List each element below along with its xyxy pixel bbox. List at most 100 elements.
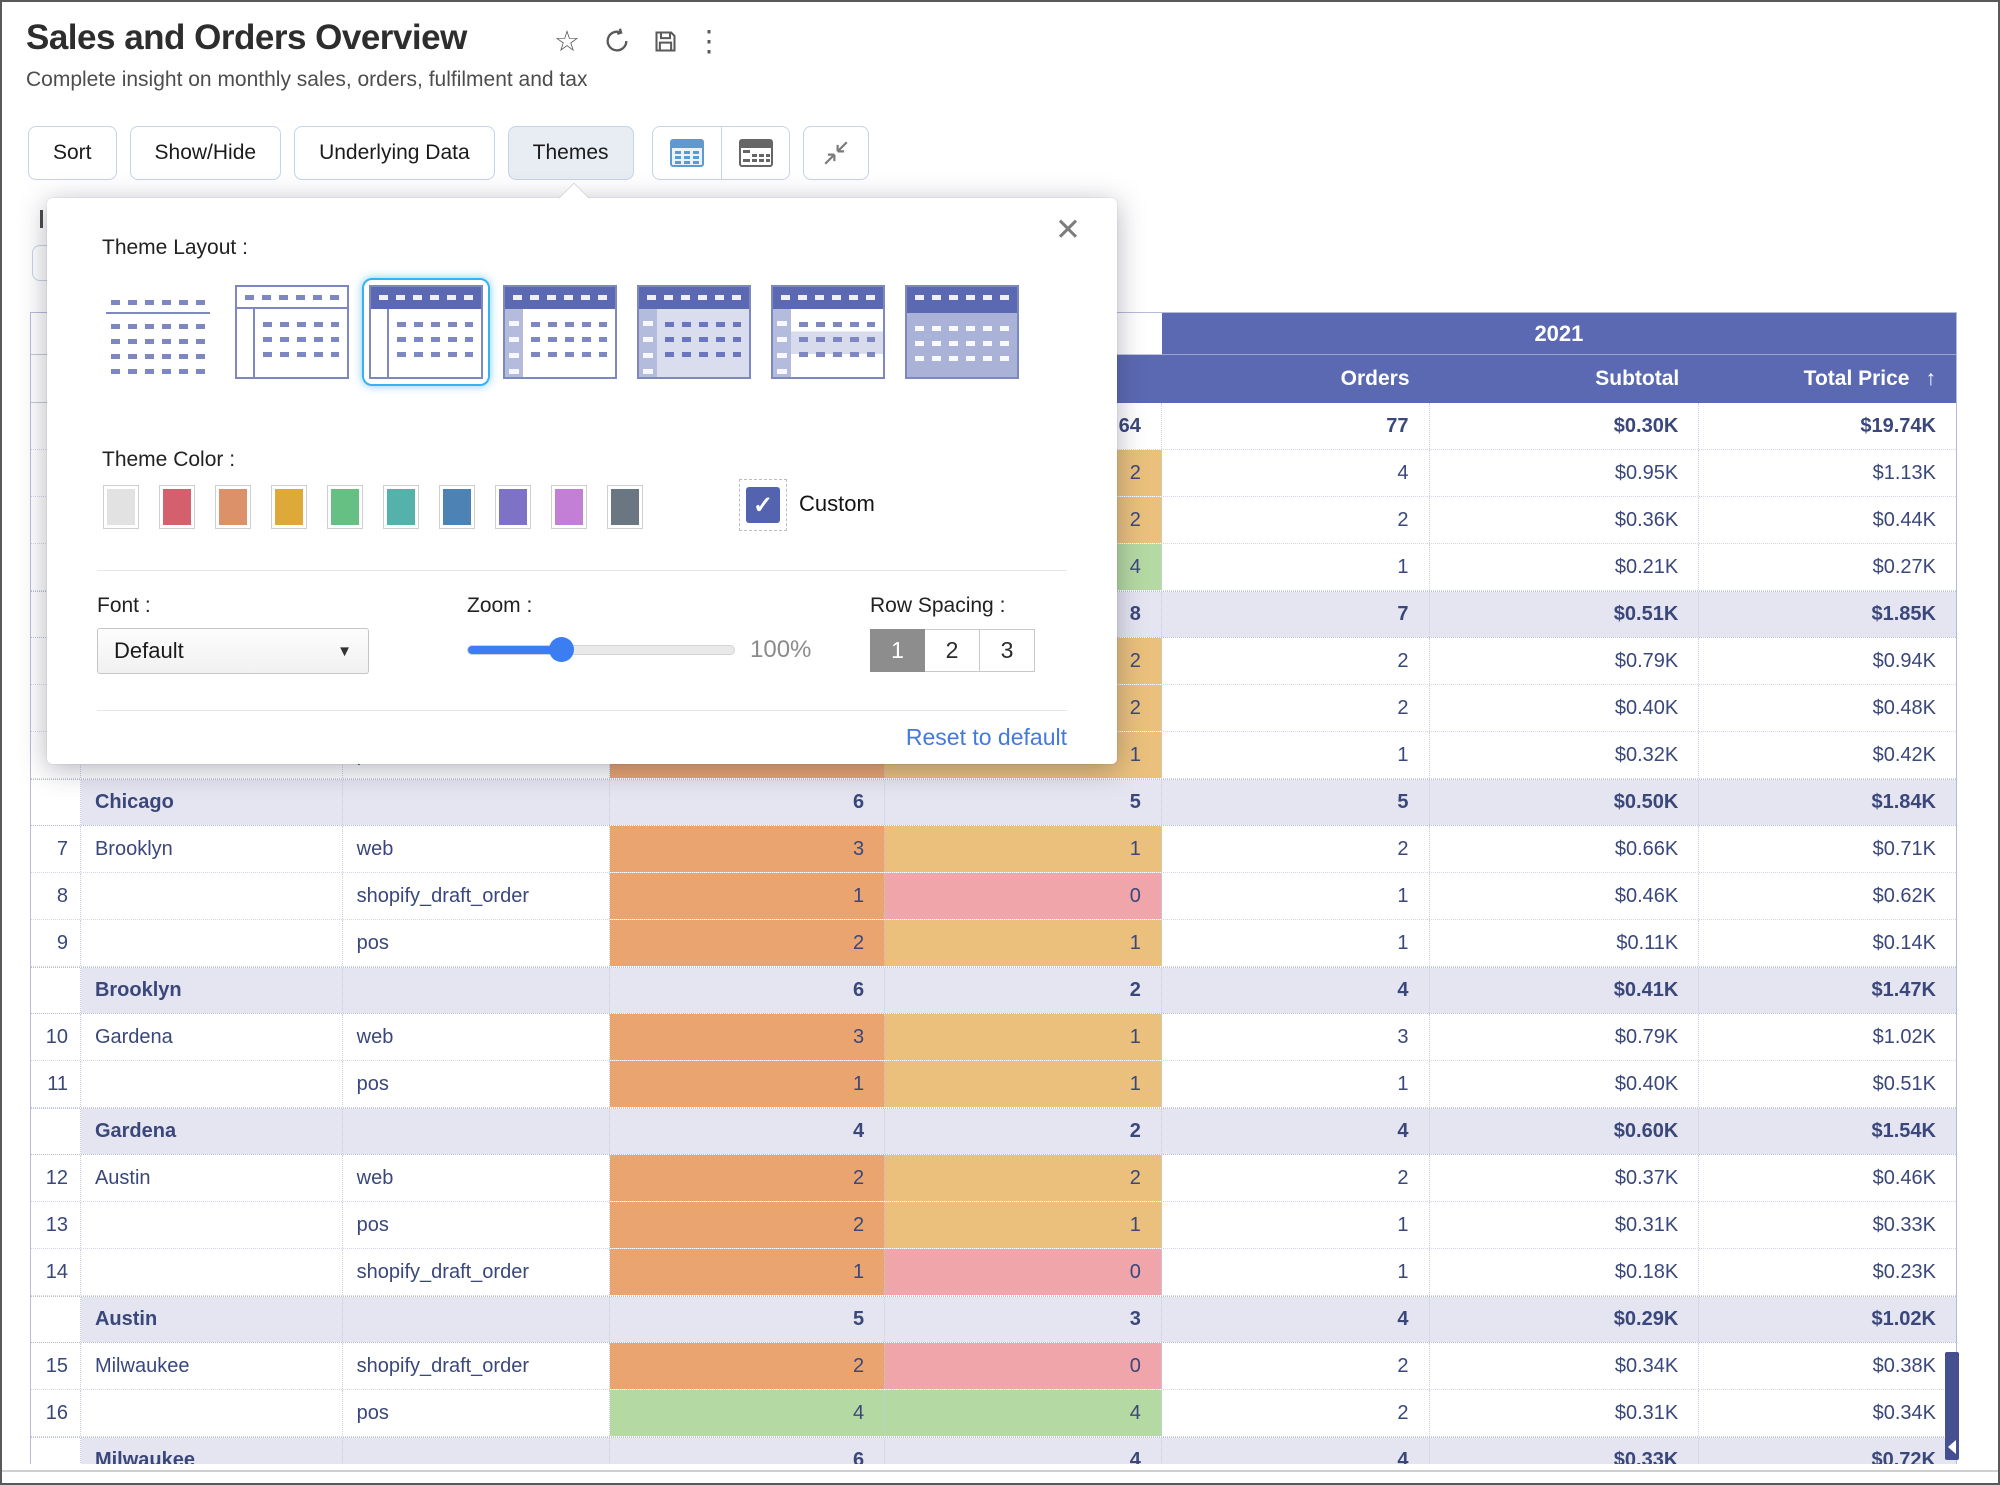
cell-a[interactable]: 2 [610,1155,885,1201]
cell-total[interactable]: $0.94K [1699,638,1956,684]
cell-subtotal[interactable]: $0.51K [1430,592,1700,637]
zoom-slider[interactable] [467,645,735,655]
cell-a[interactable]: 2 [610,1202,885,1248]
zoom-slider-thumb[interactable] [549,637,574,662]
cell-subtotal[interactable]: $0.41K [1430,968,1700,1013]
cell-subtotal[interactable]: $0.60K [1430,1109,1700,1154]
theme-layout-option-header-striped[interactable] [764,278,892,386]
cell-a[interactable]: 1 [610,1061,885,1107]
toolbar-button-underlying-data[interactable]: Underlying Data [294,126,495,180]
cell-subtotal[interactable]: $0.79K [1430,1014,1700,1060]
cell-total[interactable]: $19.74K [1699,403,1956,449]
cell-b[interactable]: 0 [885,1343,1162,1389]
table-view-icon[interactable] [653,127,721,179]
cell-orders[interactable]: 5 [1162,780,1430,825]
color-swatch-9[interactable] [608,486,642,528]
cell-a[interactable]: 6 [610,968,885,1013]
cell-orders[interactable]: 1 [1162,544,1430,590]
cell-subtotal[interactable]: $0.21K [1430,544,1700,590]
more-options-icon[interactable]: ⋮ [692,24,726,58]
cell-subtotal[interactable]: $0.11K [1430,920,1700,966]
cell-b[interactable]: 2 [885,1155,1162,1201]
row-spacing-option-1[interactable]: 1 [870,629,925,672]
cell-a[interactable]: 4 [610,1390,885,1436]
cell-orders[interactable]: 1 [1162,1249,1430,1295]
cell-total[interactable]: $1.54K [1699,1109,1956,1154]
cell-subtotal[interactable]: $0.34K [1430,1343,1700,1389]
save-icon[interactable] [648,24,682,58]
cell-a[interactable]: 2 [610,1343,885,1389]
cell-a[interactable]: 1 [610,873,885,919]
cell-orders[interactable]: 4 [1162,968,1430,1013]
cell-subtotal[interactable]: $0.66K [1430,826,1700,872]
cell-b[interactable]: 1 [885,1202,1162,1248]
cell-orders[interactable]: 2 [1162,1390,1430,1436]
cell-a[interactable]: 6 [610,780,885,825]
cell-total[interactable]: $1.85K [1699,592,1956,637]
cell-total[interactable]: $1.02K [1699,1297,1956,1342]
cell-orders[interactable]: 2 [1162,1343,1430,1389]
cell-total[interactable]: $0.23K [1699,1249,1956,1295]
toolbar-button-show-hide[interactable]: Show/Hide [130,126,282,180]
theme-layout-option-outline[interactable] [228,278,356,386]
collapse-icon[interactable] [803,126,869,180]
cell-subtotal[interactable]: $0.79K [1430,638,1700,684]
cell-subtotal[interactable]: $0.30K [1430,403,1700,449]
color-swatch-2[interactable] [216,486,250,528]
cell-b[interactable]: 4 [885,1390,1162,1436]
color-swatch-0[interactable] [104,486,138,528]
cell-subtotal[interactable]: $0.50K [1430,780,1700,825]
cell-a[interactable]: 2 [610,920,885,966]
cell-a[interactable]: 3 [610,1014,885,1060]
cell-orders[interactable]: 4 [1162,450,1430,496]
cell-b[interactable]: 1 [885,1014,1162,1060]
cell-total[interactable]: $0.51K [1699,1061,1956,1107]
cell-orders[interactable]: 7 [1162,592,1430,637]
cell-b[interactable]: 1 [885,826,1162,872]
cell-subtotal[interactable]: $0.33K [1430,1438,1700,1464]
cell-a[interactable]: 5 [610,1297,885,1342]
cell-total[interactable]: $0.27K [1699,544,1956,590]
cell-total[interactable]: $0.34K [1699,1390,1956,1436]
reset-to-default-link[interactable]: Reset to default [906,724,1067,751]
toolbar-button-themes[interactable]: Themes [508,126,634,180]
color-swatch-6[interactable] [440,486,474,528]
cell-orders[interactable]: 1 [1162,1061,1430,1107]
cell-b[interactable]: 2 [885,968,1162,1013]
cell-b[interactable]: 0 [885,1249,1162,1295]
cell-subtotal[interactable]: $0.32K [1430,732,1700,778]
cell-total[interactable]: $0.33K [1699,1202,1956,1248]
theme-layout-option-header-dark[interactable] [898,278,1026,386]
cell-b[interactable]: 0 [885,873,1162,919]
cell-orders[interactable]: 2 [1162,638,1430,684]
cell-orders[interactable]: 4 [1162,1438,1430,1464]
column-header-subtotal[interactable]: Subtotal [1430,355,1700,403]
cell-orders[interactable]: 1 [1162,920,1430,966]
pivot-view-icon[interactable] [721,127,789,179]
cell-total[interactable]: $0.42K [1699,732,1956,778]
scroll-left-arrow-icon[interactable] [1948,1440,1956,1454]
refresh-icon[interactable] [600,24,634,58]
color-swatch-7[interactable] [496,486,530,528]
cell-orders[interactable]: 77 [1162,403,1430,449]
cell-a[interactable]: 6 [610,1438,885,1464]
color-swatch-8[interactable] [552,486,586,528]
cell-total[interactable]: $1.02K [1699,1014,1956,1060]
cell-total[interactable]: $1.47K [1699,968,1956,1013]
cell-orders[interactable]: 1 [1162,732,1430,778]
cell-subtotal[interactable]: $0.29K [1430,1297,1700,1342]
cell-orders[interactable]: 1 [1162,873,1430,919]
cell-orders[interactable]: 2 [1162,1155,1430,1201]
cell-subtotal[interactable]: $0.31K [1430,1390,1700,1436]
cell-b[interactable]: 3 [885,1297,1162,1342]
cell-subtotal[interactable]: $0.31K [1430,1202,1700,1248]
cell-subtotal[interactable]: $0.36K [1430,497,1700,543]
cell-a[interactable]: 3 [610,826,885,872]
cell-orders[interactable]: 3 [1162,1014,1430,1060]
color-swatch-5[interactable] [384,486,418,528]
cell-a[interactable]: 4 [610,1109,885,1154]
color-swatch-1[interactable] [160,486,194,528]
theme-layout-option-header[interactable] [362,278,490,386]
cell-orders[interactable]: 2 [1162,497,1430,543]
cell-total[interactable]: $1.84K [1699,780,1956,825]
